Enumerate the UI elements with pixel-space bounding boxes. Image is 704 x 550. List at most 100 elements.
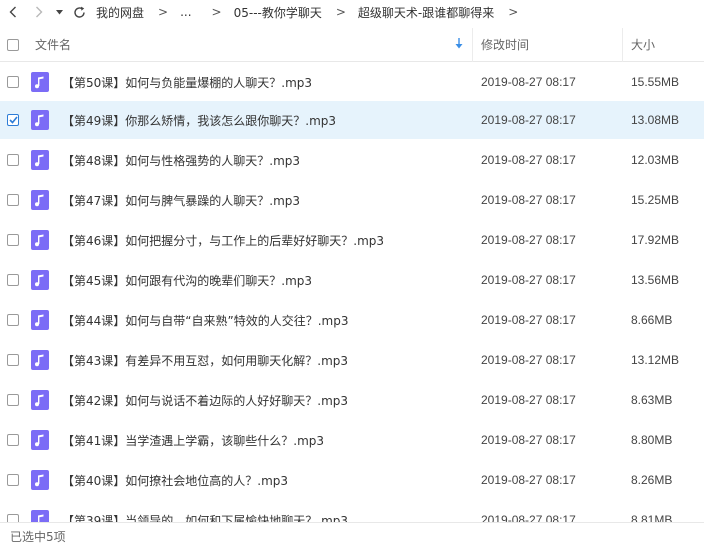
file-list-header: 文件名 修改时间 大小 — [0, 28, 704, 62]
select-all-checkbox[interactable] — [7, 38, 19, 51]
file-modified-time: 2019-08-27 08:17 — [481, 153, 576, 167]
audio-file-icon — [31, 510, 49, 522]
file-name[interactable]: 【第39课】当领导的，如何和下属愉快地聊天？.mp3 — [62, 512, 348, 523]
column-divider[interactable] — [472, 28, 473, 62]
file-name[interactable]: 【第44课】如何与自带“自来熟”特效的人交往？.mp3 — [62, 312, 348, 329]
file-row[interactable]: 【第39课】当领导的，如何和下属愉快地聊天？.mp3 2019-08-27 08… — [0, 501, 704, 522]
file-list: 【第50课】如何与负能量爆棚的人聊天？.mp3 2019-08-27 08:17… — [0, 63, 704, 522]
file-row[interactable]: 【第41课】当学渣遇上学霸，该聊些什么？.mp3 2019-08-27 08:1… — [0, 421, 704, 459]
file-size: 15.55MB — [631, 75, 680, 89]
column-header-name[interactable]: 文件名 — [35, 36, 71, 53]
file-name[interactable]: 【第47课】如何与脾气暴躁的人聊天？.mp3 — [62, 192, 300, 209]
column-divider[interactable] — [622, 28, 623, 62]
file-row[interactable]: 【第47课】如何与脾气暴躁的人聊天？.mp3 2019-08-27 08:17 … — [0, 181, 704, 219]
file-size: 8.81MB — [631, 513, 673, 522]
file-row[interactable]: 【第49课】你那么矫情，我该怎么跟你聊天？.mp3 2019-08-27 08:… — [0, 101, 704, 139]
file-modified-time: 2019-08-27 08:17 — [481, 193, 576, 207]
file-modified-time: 2019-08-27 08:17 — [481, 393, 576, 407]
file-size: 8.80MB — [631, 433, 673, 447]
file-name[interactable]: 【第49课】你那么矫情，我该怎么跟你聊天？.mp3 — [62, 112, 336, 129]
file-name[interactable]: 【第42课】如何与说话不着边际的人好好聊天？.mp3 — [62, 392, 348, 409]
audio-file-icon — [31, 310, 49, 330]
file-row[interactable]: 【第48课】如何与性格强势的人聊天？.mp3 2019-08-27 08:17 … — [0, 141, 704, 179]
file-row[interactable]: 【第44课】如何与自带“自来熟”特效的人交往？.mp3 2019-08-27 0… — [0, 301, 704, 339]
row-checkbox[interactable] — [7, 194, 19, 206]
column-header-size[interactable]: 大小 — [631, 36, 655, 53]
file-name[interactable]: 【第40课】如何撩社会地位高的人？.mp3 — [62, 472, 288, 489]
audio-file-icon — [31, 430, 49, 450]
back-button[interactable] — [0, 0, 26, 24]
breadcrumb-item-ellipsis[interactable]: ... — [180, 5, 191, 19]
file-modified-time: 2019-08-27 08:17 — [481, 233, 576, 247]
file-row[interactable]: 【第43课】有差异不用互怼，如何用聊天化解？.mp3 2019-08-27 08… — [0, 341, 704, 379]
file-modified-time: 2019-08-27 08:17 — [481, 313, 576, 327]
history-dropdown-button[interactable] — [52, 0, 66, 24]
audio-file-icon — [31, 230, 49, 250]
breadcrumb-separator: > — [211, 5, 222, 19]
refresh-button[interactable] — [66, 0, 92, 24]
breadcrumb-separator: > — [335, 5, 346, 19]
file-name[interactable]: 【第41课】当学渣遇上学霸，该聊些什么？.mp3 — [62, 432, 324, 449]
file-size: 8.63MB — [631, 393, 673, 407]
audio-file-icon — [31, 390, 49, 410]
file-name[interactable]: 【第43课】有差异不用互怼，如何用聊天化解？.mp3 — [62, 352, 348, 369]
file-row[interactable]: 【第46课】如何把握分寸，与工作上的后辈好好聊天？.mp3 2019-08-27… — [0, 221, 704, 259]
file-row[interactable]: 【第40课】如何撩社会地位高的人？.mp3 2019-08-27 08:17 8… — [0, 461, 704, 499]
file-modified-time: 2019-08-27 08:17 — [481, 353, 576, 367]
forward-button[interactable] — [26, 0, 52, 24]
file-name[interactable]: 【第45课】如何跟有代沟的晚辈们聊天？.mp3 — [62, 272, 312, 289]
file-name[interactable]: 【第50课】如何与负能量爆棚的人聊天？.mp3 — [62, 74, 312, 91]
audio-file-icon — [31, 110, 49, 130]
audio-file-icon — [31, 350, 49, 370]
row-checkbox[interactable] — [7, 114, 19, 126]
file-size: 12.03MB — [631, 153, 680, 167]
audio-file-icon — [31, 270, 49, 290]
file-size: 17.92MB — [631, 233, 680, 247]
row-checkbox[interactable] — [7, 314, 19, 326]
breadcrumb-item-current[interactable]: 超级聊天术-跟谁都聊得来 — [358, 4, 494, 21]
file-modified-time: 2019-08-27 08:17 — [481, 273, 576, 287]
file-row[interactable]: 【第45课】如何跟有代沟的晚辈们聊天？.mp3 2019-08-27 08:17… — [0, 261, 704, 299]
selection-count: 已选中5项 — [10, 530, 66, 544]
column-header-modified[interactable]: 修改时间 — [481, 36, 529, 53]
audio-file-icon — [31, 72, 49, 92]
row-checkbox[interactable] — [7, 154, 19, 166]
check-icon — [8, 116, 18, 124]
breadcrumb-separator: > — [508, 5, 519, 19]
file-modified-time: 2019-08-27 08:17 — [481, 75, 576, 89]
row-checkbox[interactable] — [7, 514, 19, 522]
chevron-left-icon — [9, 6, 16, 18]
file-size: 13.08MB — [631, 113, 680, 127]
file-name[interactable]: 【第46课】如何把握分寸，与工作上的后辈好好聊天？.mp3 — [62, 232, 384, 249]
status-bar: 已选中5项 — [0, 522, 704, 550]
file-modified-time: 2019-08-27 08:17 — [481, 433, 576, 447]
row-checkbox[interactable] — [7, 234, 19, 246]
breadcrumb-separator: > — [158, 5, 169, 19]
refresh-icon — [73, 6, 85, 18]
row-checkbox[interactable] — [7, 474, 19, 486]
file-modified-time: 2019-08-27 08:17 — [481, 113, 576, 127]
file-size: 13.12MB — [631, 353, 680, 367]
row-checkbox[interactable] — [7, 354, 19, 366]
row-checkbox[interactable] — [7, 76, 19, 88]
file-row[interactable]: 【第42课】如何与说话不着边际的人好好聊天？.mp3 2019-08-27 08… — [0, 381, 704, 419]
breadcrumb: 我的网盘 > ... > 05---教你学聊天 > 超级聊天术-跟谁都聊得来 > — [96, 4, 530, 21]
file-size: 8.26MB — [631, 473, 673, 487]
file-modified-time: 2019-08-27 08:17 — [481, 513, 576, 522]
sort-descending-icon[interactable] — [455, 38, 463, 52]
file-size: 15.25MB — [631, 193, 680, 207]
file-row[interactable]: 【第50课】如何与负能量爆棚的人聊天？.mp3 2019-08-27 08:17… — [0, 63, 704, 101]
file-size: 8.66MB — [631, 313, 673, 327]
file-size: 13.56MB — [631, 273, 680, 287]
audio-file-icon — [31, 190, 49, 210]
breadcrumb-item-root[interactable]: 我的网盘 — [96, 4, 144, 21]
file-name[interactable]: 【第48课】如何与性格强势的人聊天？.mp3 — [62, 152, 300, 169]
row-checkbox[interactable] — [7, 394, 19, 406]
audio-file-icon — [31, 150, 49, 170]
row-checkbox[interactable] — [7, 274, 19, 286]
audio-file-icon — [31, 470, 49, 490]
navigation-bar: 我的网盘 > ... > 05---教你学聊天 > 超级聊天术-跟谁都聊得来 > — [0, 0, 704, 24]
breadcrumb-item-folder[interactable]: 05---教你学聊天 — [234, 4, 322, 21]
chevron-right-icon — [36, 6, 43, 18]
row-checkbox[interactable] — [7, 434, 19, 446]
